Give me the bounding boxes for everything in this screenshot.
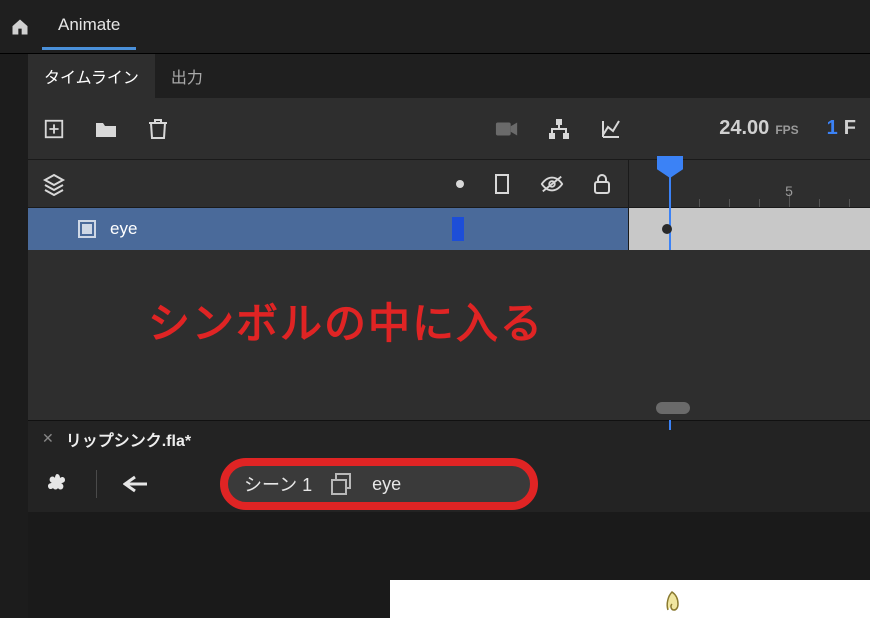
- timeline-toolbar: 24.00 FPS 1 F: [28, 98, 870, 160]
- tab-output[interactable]: 出力: [155, 54, 219, 98]
- back-arrow-icon[interactable]: [121, 469, 151, 499]
- fps-unit: FPS: [775, 123, 798, 137]
- graph-icon[interactable]: [599, 117, 623, 141]
- keyframe-dot[interactable]: [662, 224, 672, 234]
- scene-menu-icon[interactable]: [42, 469, 72, 499]
- layer-row-eye[interactable]: eye: [28, 208, 870, 250]
- symbol-icon: [330, 472, 354, 496]
- layers-icon[interactable]: [42, 172, 66, 196]
- lock-icon[interactable]: [590, 172, 614, 196]
- trash-icon[interactable]: [146, 117, 170, 141]
- fps-value: 24.00: [719, 117, 769, 140]
- divider: [96, 470, 97, 498]
- side-strip: [0, 54, 28, 618]
- hierarchy-icon[interactable]: [547, 117, 571, 141]
- ruler-mark-5: 5: [785, 183, 793, 199]
- layer-track[interactable]: [628, 208, 870, 250]
- camera-icon[interactable]: [495, 117, 519, 141]
- close-document-icon[interactable]: ✕: [42, 430, 54, 447]
- layer-type-icon: [78, 220, 96, 238]
- timeline-scroll-thumb[interactable]: [656, 402, 690, 414]
- app-tab-animate[interactable]: Animate: [42, 3, 136, 50]
- visibility-off-icon[interactable]: [540, 172, 564, 196]
- timeline-ruler[interactable]: 5: [628, 160, 870, 207]
- timeline-panel: タイムライン 出力 24.00 FPS 1: [28, 54, 870, 512]
- outline-icon[interactable]: [490, 172, 514, 196]
- tab-timeline[interactable]: タイムライン: [28, 54, 155, 98]
- breadcrumb-symbol-label[interactable]: eye: [372, 474, 401, 495]
- stage-shape: [660, 584, 690, 614]
- ruler-ticks: 5: [629, 185, 870, 207]
- panel-tabs: タイムライン 出力: [28, 54, 870, 98]
- keyframe-indicator: [452, 217, 464, 241]
- timeline-empty-area: シンボルの中に入る: [28, 250, 870, 420]
- edit-breadcrumb-bar: シーン 1 eye: [28, 456, 870, 512]
- folder-icon[interactable]: [94, 117, 118, 141]
- frame-unit: F: [844, 117, 856, 140]
- frame-value: 1: [827, 117, 838, 140]
- home-icon[interactable]: [8, 15, 32, 39]
- stage-canvas[interactable]: [390, 580, 870, 618]
- frame-display[interactable]: 1 F: [827, 117, 856, 140]
- document-tabs: ✕ リップシンク.fla*: [28, 420, 870, 456]
- fps-display[interactable]: 24.00 FPS: [719, 117, 798, 140]
- layer-name-label: eye: [110, 219, 137, 239]
- highlight-dot-icon[interactable]: [456, 180, 464, 188]
- breadcrumb-scene-label[interactable]: シーン 1: [244, 471, 312, 497]
- add-frame-icon[interactable]: [42, 117, 66, 141]
- document-name-label[interactable]: リップシンク.fla*: [66, 427, 191, 451]
- app-name-label: Animate: [58, 15, 120, 34]
- annotation-text: シンボルの中に入る: [148, 290, 544, 351]
- layer-header-row: 5: [28, 160, 870, 208]
- app-title-bar: Animate: [0, 0, 870, 54]
- breadcrumb-highlight: シーン 1 eye: [220, 458, 538, 510]
